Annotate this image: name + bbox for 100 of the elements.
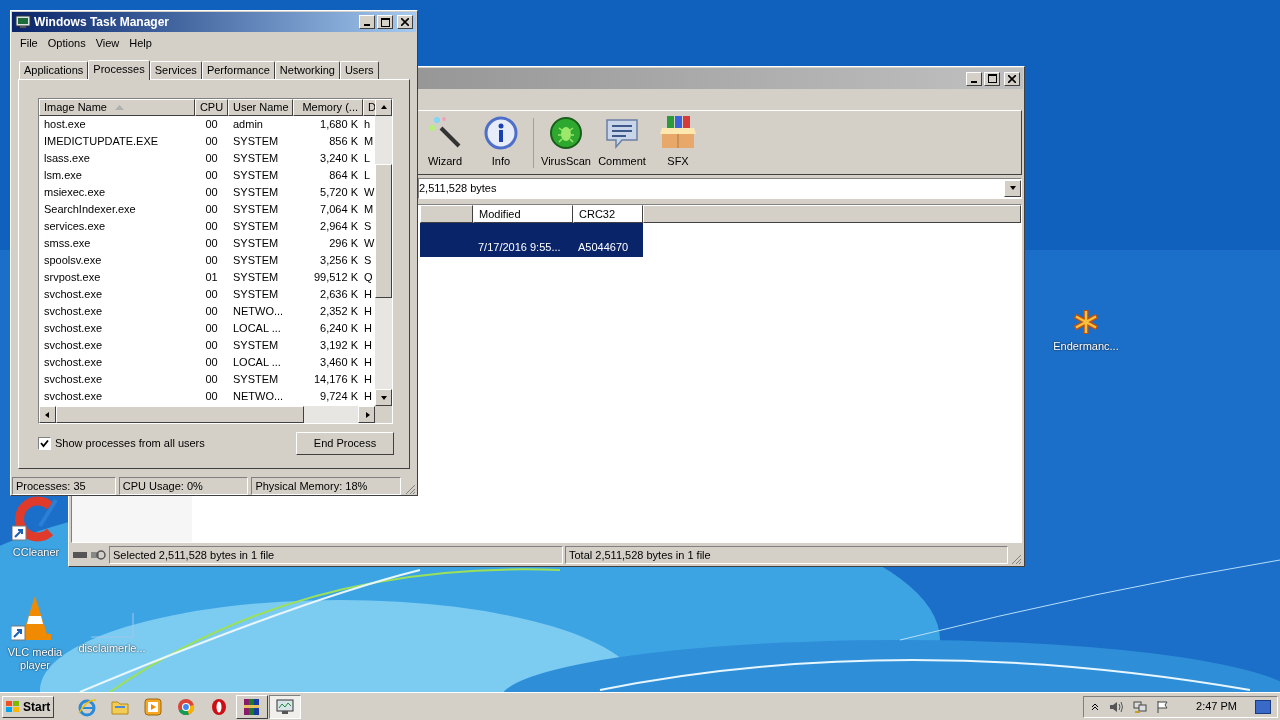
maximize-button[interactable] [377, 15, 393, 29]
table-cell-text: srvpost.exe [43, 270, 102, 285]
column-header[interactable]: CPU [195, 99, 228, 116]
table-cell-text: SYSTEM [232, 202, 280, 217]
taskbar-app-button[interactable] [269, 694, 301, 719]
column-header[interactable]: D [363, 99, 375, 116]
tab[interactable]: Networking [274, 61, 340, 79]
tab[interactable]: Users [339, 61, 379, 79]
column-header[interactable]: Image Name [39, 99, 195, 116]
checkmark-icon [40, 438, 49, 448]
column-header[interactable] [420, 205, 473, 223]
horizontal-scrollbar[interactable] [39, 406, 392, 423]
column-header[interactable]: CRC32 [573, 205, 643, 223]
table-cell-text: lsm.exe [43, 168, 83, 183]
scroll-left-button[interactable] [39, 406, 56, 423]
table-cell-text: 00 [204, 338, 219, 353]
tab[interactable]: Performance [201, 61, 275, 79]
chrome-icon [176, 697, 195, 716]
scrollbar-thumb[interactable] [56, 406, 304, 423]
end-process-button[interactable]: End Process [296, 432, 394, 455]
file-row[interactable]: 7/17/2016 9:55... A5044670 [420, 223, 643, 257]
table-cell-text: 864 K [328, 168, 359, 183]
bug-scan-icon [549, 116, 583, 150]
close-button[interactable] [397, 15, 413, 29]
scroll-down-button[interactable] [375, 389, 392, 406]
table-cell-text: 00 [204, 134, 219, 149]
table-cell-text: 00 [204, 321, 219, 336]
toolbar-button[interactable]: Wizard [417, 112, 473, 173]
table-cell-text: LOCAL ... [232, 355, 282, 370]
dropdown-button[interactable] [1004, 179, 1021, 197]
table-cell-text: SYSTEM [232, 236, 280, 251]
address-field[interactable]: 2,511,528 bytes [418, 177, 1022, 199]
close-icon [1008, 74, 1016, 83]
window-title: Windows Task Manager [34, 14, 171, 31]
monitor-icon [275, 697, 295, 716]
browser-e-icon [76, 696, 97, 717]
minimize-button[interactable] [359, 15, 375, 29]
table-cell-text: H [363, 389, 373, 404]
table-cell-text: 00 [204, 185, 219, 200]
stacked-books-icon [242, 696, 262, 717]
start-button[interactable]: Start [2, 695, 54, 718]
menu-item[interactable]: Help [124, 34, 157, 52]
toolbar-button[interactable]: SFX [650, 112, 706, 173]
table-cell-text: 14,176 K [312, 372, 359, 387]
table-cell-text: SYSTEM [232, 168, 280, 183]
table-cell-text: H [363, 355, 373, 370]
archive-box-icon [658, 114, 698, 150]
table-cell-text: 00 [204, 355, 219, 370]
table-cell-text: 6,240 K [319, 321, 359, 336]
minimize-button[interactable] [966, 71, 982, 86]
menu-item[interactable]: Options [42, 34, 91, 52]
scroll-up-button[interactable] [375, 99, 392, 116]
table-cell-text: 00 [204, 236, 219, 251]
checkbox[interactable] [38, 436, 51, 450]
close-button[interactable] [1004, 71, 1020, 86]
tab[interactable]: Services [149, 61, 202, 79]
toolbar-button[interactable]: VirusScan [538, 112, 594, 173]
table-cell-text: 856 K [328, 134, 359, 149]
table-cell-text: M [363, 202, 375, 217]
column-header[interactable] [643, 205, 1021, 223]
table-cell-text: spoolsv.exe [43, 253, 103, 268]
show-desktop-button[interactable] [1255, 699, 1271, 714]
menu-item[interactable]: File [15, 34, 43, 52]
table-cell-text: H [363, 287, 373, 302]
column-header[interactable]: Modified [473, 205, 573, 223]
resize-grip-icon [1010, 553, 1022, 565]
table-cell-text: 3,240 K [319, 151, 359, 166]
toolbar-button[interactable]: Comment [594, 112, 650, 173]
table-cell-text: 00 [204, 151, 219, 166]
column-header[interactable]: Memory (... [293, 99, 363, 116]
scrollbar-thumb[interactable] [375, 164, 392, 298]
table-cell-text: H [363, 304, 373, 319]
maximize-icon [987, 74, 997, 83]
table-cell-text: A5044670 [577, 239, 630, 255]
drive-icon [71, 549, 107, 561]
toolbar-button[interactable]: Info [473, 112, 529, 173]
table-cell-text: H [363, 338, 373, 353]
table-cell-text: SYSTEM [232, 219, 280, 234]
table-cell-text: SYSTEM [232, 151, 280, 166]
table-cell-text: 00 [204, 168, 219, 183]
scroll-right-button[interactable] [358, 406, 375, 423]
windows-logo-icon [5, 699, 21, 714]
table-cell-text: SearchIndexer.exe [43, 202, 137, 217]
table-cell-text: IMEDICTUPDATE.EXE [43, 134, 160, 149]
status-text: Processes: 35 [12, 477, 116, 495]
desktop-icon-label[interactable]: Endermanc... [1053, 340, 1119, 353]
table-cell-text: SYSTEM [232, 287, 280, 302]
menu-item[interactable]: View [90, 34, 125, 52]
table-cell-text: svchost.exe [43, 372, 104, 387]
maximize-button[interactable] [984, 71, 1000, 86]
vertical-scrollbar[interactable] [375, 99, 392, 406]
network-icon [1132, 699, 1149, 714]
info-icon [484, 116, 518, 150]
table-cell-text: 296 K [328, 236, 359, 251]
flag-icon [1156, 699, 1171, 714]
speech-bubble-icon [604, 116, 640, 150]
table-cell-text: 00 [204, 253, 219, 268]
tab[interactable]: Applications [19, 61, 89, 79]
column-header[interactable]: User Name [228, 99, 293, 116]
tab[interactable]: Processes [88, 60, 150, 80]
